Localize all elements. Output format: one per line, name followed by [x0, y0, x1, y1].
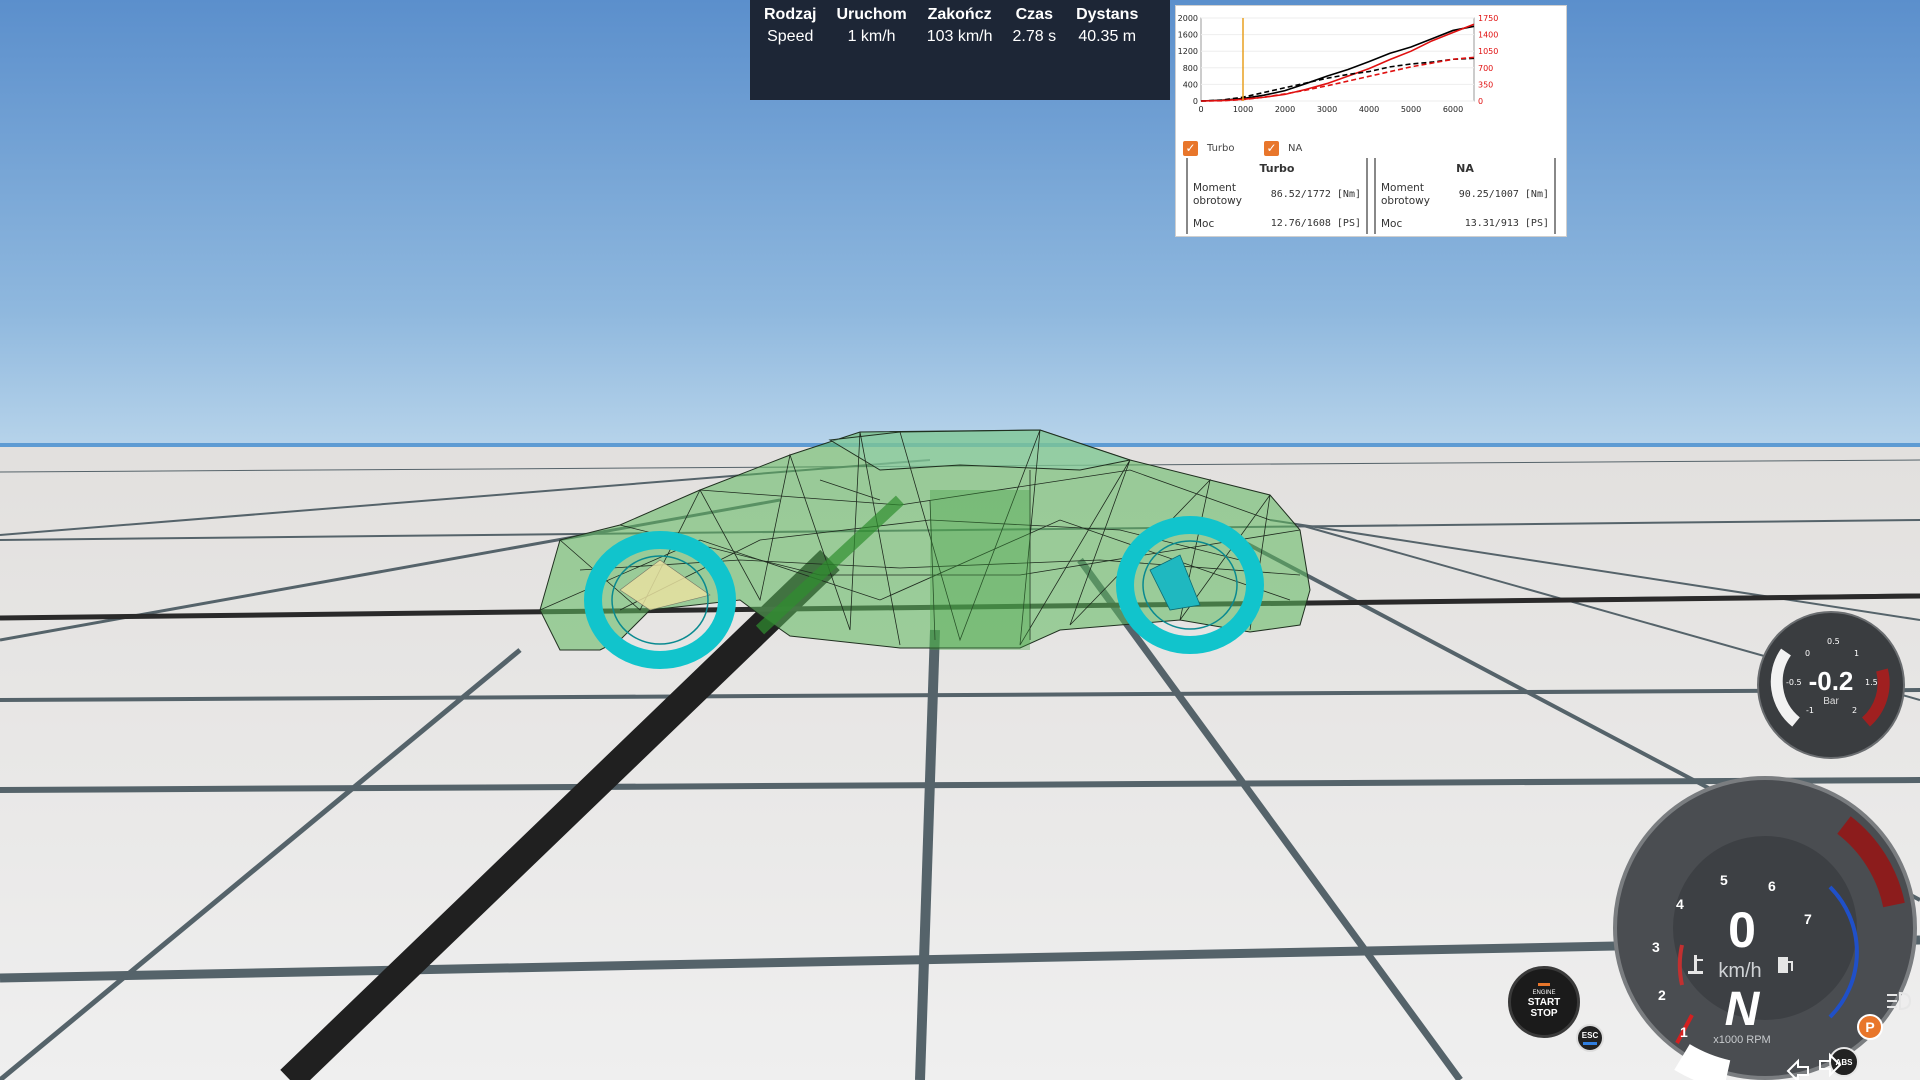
boost-gauge: -1 -0.5 0 0.5 1 1.5 2 -0.2 Bar — [1757, 611, 1905, 759]
y-right-tick-label: 1050 — [1478, 47, 1498, 56]
torque-label: Moment obrotowy — [1193, 182, 1242, 207]
y-right-tick-label: 350 — [1478, 80, 1493, 89]
start-stop-line3: STOP — [1530, 1008, 1558, 1019]
torque-value: 90.25/1007 [Nm] — [1458, 189, 1549, 200]
power-label: Moc — [1381, 218, 1403, 230]
x-tick-label: 1000 — [1233, 105, 1253, 114]
y-left-tick-label: 1600 — [1178, 31, 1198, 40]
col-type: Rodzaj — [764, 6, 817, 23]
x-tick-label: 3000 — [1317, 105, 1337, 114]
turbo-power-row: Moc 12.76/1608 [PS] — [1193, 218, 1361, 231]
torque-value: 86.52/1772 [Nm] — [1270, 189, 1361, 200]
na-stats: NA Moment obrotowy 90.25/1007 [Nm] Moc 1… — [1374, 158, 1556, 234]
dyno-chart: 0 400 800 1200 1600 2000 0 350 700 1050 1400 1750 0 1… — [1178, 14, 1499, 114]
tick-0: 0 — [1805, 649, 1810, 658]
run-results-panel: Rodzaj Uruchom Zakończ Czas Dystans Spee… — [750, 0, 1170, 100]
boost-value: -0.2 — [1809, 666, 1854, 696]
y-right-tick-label: 1400 — [1478, 31, 1498, 40]
power-value: 12.76/1608 [PS] — [1270, 218, 1361, 229]
run-results-header: Rodzaj Uruchom Zakończ Czas Dystans — [754, 3, 1148, 26]
rpm-needle-sweep — [1674, 1043, 1731, 1080]
temp-arc — [1677, 944, 1684, 986]
y-left-tick-label: 400 — [1183, 80, 1198, 89]
na-stats-title: NA — [1456, 162, 1474, 175]
speed-unit: km/h — [1718, 960, 1761, 982]
rpm-tick-3: 3 — [1652, 939, 1660, 955]
y-left-tick-label: 1200 — [1178, 47, 1198, 56]
esc-label: ESC — [1581, 1031, 1599, 1040]
y-left-tick-label: 0 — [1193, 97, 1198, 106]
col-distance: Dystans — [1076, 6, 1139, 23]
rpm-tick-6: 6 — [1768, 878, 1776, 894]
turbo-checkbox[interactable]: ✓ — [1183, 140, 1198, 156]
x-tick-label: 5000 — [1401, 105, 1421, 114]
power-label: Moc — [1193, 218, 1215, 230]
col-start: Uruchom — [836, 6, 907, 23]
rpm-tick-1: 1 — [1680, 1024, 1688, 1040]
rpm-caption: x1000 RPM — [1713, 1034, 1770, 1046]
tacho-inner — [1673, 836, 1857, 1020]
run-results-table: Rodzaj Uruchom Zakończ Czas Dystans Spee… — [754, 3, 1148, 48]
plot-area — [1200, 17, 1475, 102]
cell-start: 1 km/h — [847, 28, 896, 45]
x-tick-label: 2000 — [1275, 105, 1295, 114]
y-right-tick-label: 1750 — [1478, 14, 1498, 23]
legend-na[interactable]: ✓ NA — [1264, 139, 1302, 157]
car-green-band — [930, 490, 1030, 650]
rpm-tick-5: 5 — [1720, 872, 1728, 888]
na-power-row: Moc 13.31/913 [PS] — [1381, 218, 1549, 231]
rpm-tick-2: 2 — [1658, 987, 1666, 1003]
y-left-tick-label: 2000 — [1178, 14, 1198, 23]
legend-na-label: NA — [1288, 142, 1303, 154]
engine-start-stop-button[interactable]: ENGINE START STOP — [1508, 966, 1580, 1038]
turbo-stats: Turbo Moment obrotowy 86.52/1772 [Nm] Mo… — [1186, 158, 1368, 234]
power-value: 13.31/913 [PS] — [1464, 218, 1549, 229]
legend-turbo[interactable]: ✓ Turbo — [1183, 139, 1235, 157]
esc-button[interactable]: ESC — [1576, 1024, 1604, 1052]
rpm-tick-4: 4 — [1676, 896, 1684, 912]
cell-time: 2.78 s — [1012, 28, 1057, 45]
rpm-tick-7: 7 — [1804, 911, 1812, 927]
esc-indicator-bar — [1583, 1042, 1597, 1045]
cell-end: 103 km/h — [926, 28, 993, 45]
turbo-stats-title: Turbo — [1259, 162, 1295, 175]
y-right-tick-label: 0 — [1478, 97, 1483, 106]
x-tick-label: 0 — [1198, 105, 1203, 114]
speed-value: 0 — [1728, 902, 1756, 958]
cell-distance: 40.35 m — [1078, 28, 1137, 45]
start-stop-line2: START — [1527, 997, 1561, 1008]
tick-neg05: -0.5 — [1786, 678, 1802, 687]
run-results-row: Speed 1 km/h 103 km/h 2.78 s 40.35 m — [754, 26, 1148, 48]
x-tick-label: 4000 — [1359, 105, 1379, 114]
tick-neg1: -1 — [1806, 706, 1814, 715]
tick-15: 1.5 — [1865, 678, 1878, 687]
cell-type: Speed — [767, 28, 814, 45]
y-right-tick-label: 700 — [1478, 64, 1493, 73]
dyno-panel: 0 400 800 1200 1600 2000 0 350 700 1050 1400 1750 0 1… — [1175, 5, 1567, 237]
na-torque-row: Moment obrotowy 90.25/1007 [Nm] — [1381, 182, 1549, 208]
start-stop-line1: ENGINE — [1532, 990, 1556, 996]
legend-turbo-label: Turbo — [1207, 142, 1235, 154]
col-time: Czas — [1015, 6, 1053, 23]
col-end: Zakończ — [927, 6, 992, 23]
y-left-tick-label: 800 — [1183, 64, 1198, 73]
start-stop-led — [1538, 983, 1550, 986]
tick-1: 1 — [1854, 649, 1859, 658]
na-checkbox[interactable]: ✓ — [1264, 140, 1279, 156]
boost-unit: Bar — [1823, 696, 1839, 707]
tick-05: 0.5 — [1827, 637, 1840, 646]
gear-indicator: N — [1725, 983, 1761, 1036]
parking-brake-label: P — [1865, 1019, 1874, 1035]
x-tick-label: 6000 — [1443, 105, 1463, 114]
turbo-torque-row: Moment obrotowy 86.52/1772 [Nm] — [1193, 182, 1361, 208]
torque-label: Moment obrotowy — [1381, 182, 1430, 207]
speed-rpm-gauge: 1 2 3 4 5 6 7 0 km/h N x1000 RPM P ABS — [1613, 776, 1917, 1080]
tick-2: 2 — [1852, 706, 1857, 715]
